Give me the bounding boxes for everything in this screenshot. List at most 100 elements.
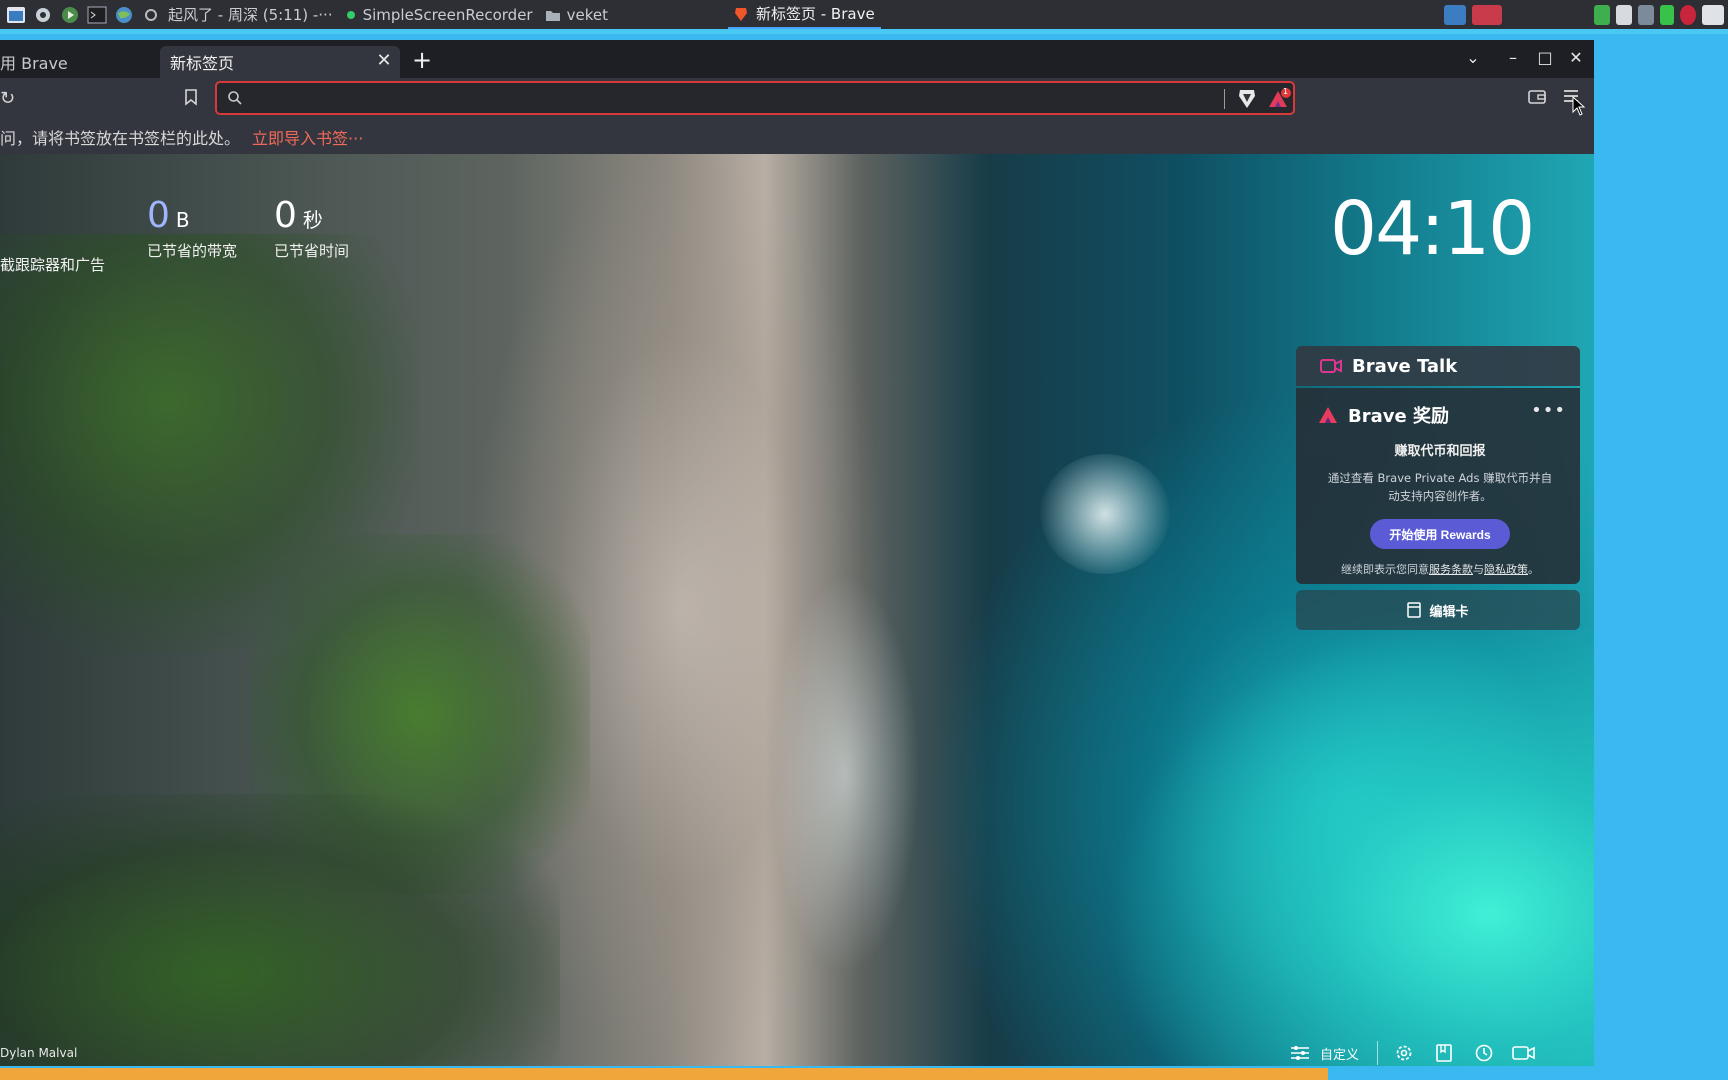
clipboard-tray-icon[interactable]: [1616, 4, 1632, 25]
terminal-icon[interactable]: [86, 4, 108, 26]
folder-icon: [545, 10, 560, 21]
desktop-bottom-edge-segment: [1328, 1068, 1728, 1080]
brave-rewards-icon[interactable]: 1: [1267, 87, 1291, 110]
edit-cards-icon: [1407, 602, 1422, 618]
navigation-toolbar: ↻ 1: [0, 78, 1594, 120]
recorder-icon: [346, 10, 355, 19]
network-tray-icon[interactable]: [1638, 4, 1654, 25]
brave-tray-icon[interactable]: [1472, 4, 1502, 25]
ntp-bottom-controls: 自定义: [1288, 1038, 1552, 1066]
app-menu-icon[interactable]: [5, 4, 27, 26]
keyboard-tray-icon[interactable]: [1702, 4, 1724, 25]
wallet-icon[interactable]: [1527, 88, 1547, 108]
widget-stack: Brave Talk Brave 奖励 ••• 赚取代币和回报 通过查看 Bra…: [1296, 346, 1580, 630]
rewards-terms: 继续即表示您同意服务条款与隐私政策。: [1318, 561, 1562, 577]
search-icon: [227, 90, 243, 106]
address-bar-divider: [1224, 89, 1225, 109]
shield-tray-icon[interactable]: [1594, 4, 1610, 25]
more-options-icon[interactable]: •••: [1531, 400, 1566, 421]
brave-lion-icon: [734, 7, 747, 21]
taskbar-accent-stripe: [0, 29, 1728, 34]
video-camera-icon: [1320, 359, 1342, 373]
bookmarks-bar-message: 问，请将书签放在书签栏的此处。: [0, 129, 241, 148]
bookmark-icon[interactable]: [184, 88, 200, 110]
terms-suffix: 。: [1528, 563, 1539, 576]
tab-search-chevron-icon[interactable]: ⌄: [1460, 46, 1486, 70]
desktop-bottom-edge: [0, 1068, 1728, 1080]
stat-unit: 秒: [302, 208, 323, 232]
task-label: 起风了 - 周深 (5:11) -···: [168, 6, 333, 24]
rewards-description-line: 动支持内容创作者。: [1388, 489, 1492, 503]
rewards-badge: 1: [1283, 87, 1289, 96]
brave-talk-card[interactable]: Brave Talk: [1296, 346, 1580, 386]
tab-new-tab[interactable]: 新标签页 ✕: [160, 46, 400, 78]
rewards-title: Brave 奖励: [1348, 406, 1449, 427]
record-tray-icon[interactable]: [1680, 4, 1696, 25]
window-close-icon[interactable]: ✕: [1563, 46, 1589, 70]
media-player-icon[interactable]: [59, 4, 81, 26]
brave-rewards-card: Brave 奖励 ••• 赚取代币和回报 通过查看 Brave Private …: [1296, 388, 1580, 584]
stat-unit: B: [175, 208, 190, 232]
stat-bandwidth-saved: 0B 已节省的带宽: [147, 194, 237, 261]
record-indicator-icon: [140, 4, 162, 26]
task-label: SimpleScreenRecorder: [362, 5, 533, 24]
background-surf: [770, 574, 920, 974]
url-input[interactable]: [251, 86, 1215, 112]
task-label: 新标签页 - Brave: [755, 5, 875, 23]
terms-of-service-link[interactable]: 服务条款: [1429, 563, 1473, 576]
globe-browser-icon[interactable]: [113, 4, 135, 26]
task-file-manager[interactable]: veket: [539, 0, 614, 29]
customize-label[interactable]: 自定义: [1320, 1044, 1359, 1063]
background-forest: [0, 794, 560, 1066]
tab-close-icon[interactable]: ✕: [374, 50, 394, 72]
stat-label: 已节省的带宽: [147, 242, 238, 260]
privacy-policy-link[interactable]: 隐私政策: [1484, 563, 1528, 576]
system-tray: [1444, 0, 1728, 29]
brave-talk-video-icon[interactable]: [1512, 1041, 1536, 1065]
task-screen-recorder[interactable]: SimpleScreenRecorder: [339, 0, 539, 29]
desktop-switcher-icon[interactable]: [1444, 4, 1466, 25]
reload-icon[interactable]: ↻: [0, 88, 15, 110]
stat-time-saved: 0秒 已节省时间: [274, 194, 349, 261]
photo-credit[interactable]: Dylan Malval: [0, 1046, 77, 1060]
settings-gear-icon[interactable]: [32, 4, 54, 26]
task-music-player[interactable]: 起风了 - 周深 (5:11) -···: [162, 0, 339, 29]
minimize-icon[interactable]: –: [1500, 46, 1526, 70]
bat-triangle-icon: [1319, 407, 1337, 423]
stat-label: 截跟踪器和广告: [0, 256, 106, 274]
stat-label: 已节省时间: [274, 242, 350, 260]
battery-tray-icon[interactable]: [1660, 4, 1674, 25]
stat-value: 0: [274, 195, 297, 236]
history-icon[interactable]: [1472, 1041, 1496, 1065]
mouse-cursor-icon: [1572, 96, 1586, 116]
rewards-description-line: 通过查看 Brave Private Ads 赚取代币并自: [1327, 471, 1553, 485]
system-taskbar: 起风了 - 周深 (5:11) -··· SimpleScreenRecorde…: [0, 0, 1728, 34]
clock: 04:10: [1330, 186, 1535, 272]
bookmarks-bar: 问，请将书签放在书签栏的此处。 立即导入书签···: [0, 120, 1594, 154]
task-label: veket: [566, 5, 608, 24]
tab-strip: 用 Brave 新标签页 ✕ + ⌄ – □ ✕: [0, 40, 1594, 78]
tab-label: 用 Brave: [0, 54, 68, 73]
edit-cards-label: 编辑卡: [1429, 604, 1469, 620]
stat-trackers-blocked: 截跟踪器和广告: [0, 252, 105, 275]
customize-sliders-icon[interactable]: [1288, 1041, 1312, 1065]
bookmarks-icon[interactable]: [1432, 1041, 1456, 1065]
edit-cards-button[interactable]: 编辑卡: [1296, 590, 1580, 630]
import-bookmarks-link[interactable]: 立即导入书签···: [252, 125, 363, 149]
new-tab-page: 截跟踪器和广告 0B 已节省的带宽 0秒 已节省时间 04:10 Brave T…: [0, 154, 1594, 1066]
terms-prefix: 继续即表示您同意: [1341, 563, 1429, 576]
browser-window: 用 Brave 新标签页 ✕ + ⌄ – □ ✕ ↻ 1 问，请将书签放在书签栏…: [0, 40, 1594, 1066]
stat-value: 0: [147, 195, 170, 236]
background-surf: [1040, 454, 1170, 574]
brave-talk-title: Brave Talk: [1352, 355, 1458, 377]
address-bar[interactable]: 1: [215, 81, 1295, 115]
new-tab-plus-icon[interactable]: +: [410, 48, 434, 74]
settings-gear-icon[interactable]: [1392, 1041, 1416, 1065]
tab-label: 新标签页: [170, 54, 235, 73]
task-brave-browser[interactable]: 新标签页 - Brave: [727, 0, 881, 29]
start-rewards-button[interactable]: 开始使用 Rewards: [1370, 519, 1510, 549]
tab-previous[interactable]: 用 Brave: [0, 46, 158, 78]
brave-shields-icon[interactable]: [1237, 88, 1257, 110]
rewards-description: 通过查看 Brave Private Ads 赚取代币并自 动支持内容创作者。: [1318, 469, 1562, 505]
maximize-icon[interactable]: □: [1532, 46, 1558, 70]
